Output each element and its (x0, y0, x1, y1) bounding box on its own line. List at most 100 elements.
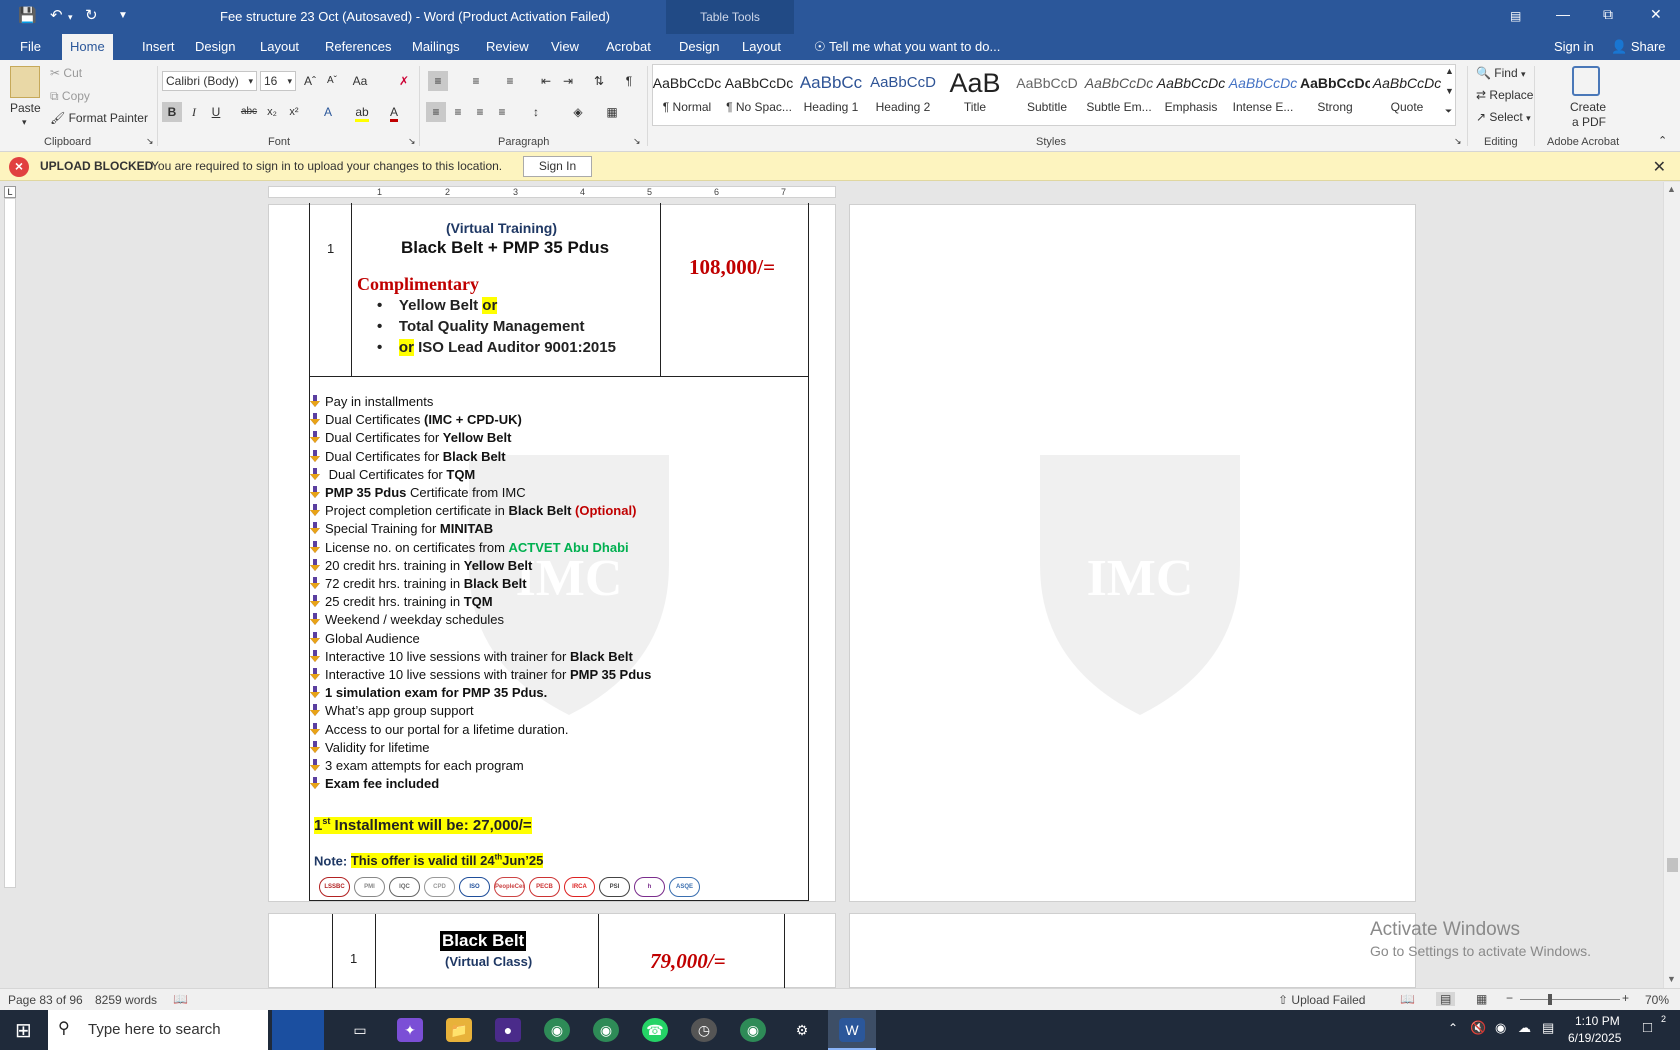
taskbar-search-box[interactable]: ⚲ Type here to search (48, 1010, 268, 1050)
proofing-icon[interactable]: 📖 (173, 992, 188, 1006)
zoom-slider[interactable] (1520, 999, 1620, 1000)
chrome-icon-2[interactable]: ◉ (740, 1018, 766, 1042)
strikethrough-button[interactable]: abc (239, 102, 259, 122)
style-strong[interactable]: AaBbCcDc Strong (1300, 66, 1370, 124)
highlight-icon[interactable]: ab (352, 102, 372, 122)
copilot-icon[interactable]: ✦ (397, 1018, 423, 1042)
scroll-up-icon[interactable]: ▲ (1667, 184, 1676, 194)
tab-file[interactable]: File (12, 34, 49, 60)
numbering-icon[interactable]: ≡ (466, 71, 486, 91)
document-page-right[interactable]: IMC (849, 204, 1416, 902)
align-right-icon[interactable]: ≡ (470, 102, 490, 122)
justify-icon[interactable]: ≡ (492, 102, 512, 122)
clear-formatting-icon[interactable]: ✗ (394, 71, 414, 91)
underline-button[interactable]: U (206, 102, 226, 122)
copy-button[interactable]: ⧉ Copy (50, 89, 90, 104)
tab-insert[interactable]: Insert (134, 34, 183, 60)
settings-gear-icon[interactable]: ⚙ (789, 1018, 815, 1042)
tab-design[interactable]: Design (187, 34, 243, 60)
clock-date[interactable]: 6/19/2025 (1568, 1031, 1621, 1045)
undo-icon[interactable]: ↶ (50, 6, 63, 24)
speaker-muted-icon[interactable]: 🔇 (1470, 1020, 1486, 1036)
tell-me-search[interactable]: ☉ Tell me what you want to do... (806, 34, 1008, 60)
redo-icon[interactable]: ↻ (85, 6, 98, 24)
minimize-button[interactable]: — (1556, 6, 1570, 22)
sign-in-button[interactable]: Sign In (523, 156, 592, 177)
whatsapp-icon[interactable]: ☎ (642, 1018, 668, 1042)
tab-table-layout[interactable]: Layout (734, 34, 789, 60)
italic-button[interactable]: I (184, 102, 204, 122)
windows-start-icon[interactable]: ⊞ (15, 1018, 32, 1043)
clock-app-icon[interactable]: ◷ (691, 1018, 717, 1042)
paste-dropdown-icon[interactable]: ▾ (22, 117, 27, 128)
tab-layout[interactable]: Layout (252, 34, 307, 60)
customize-qat-icon[interactable]: ▼ (118, 10, 128, 21)
upload-status[interactable]: ⇧ Upload Failed (1278, 993, 1365, 1007)
styles-more-icon[interactable]: ⏷ (1445, 106, 1452, 117)
align-center-icon[interactable]: ≡ (448, 102, 468, 122)
style-title[interactable]: AaB Title (940, 66, 1010, 124)
format-painter-button[interactable]: 🖌 Format Painter (50, 111, 148, 125)
zoom-level[interactable]: 70% (1645, 993, 1669, 1007)
chrome-icon[interactable]: ◉ (544, 1018, 570, 1042)
create-pdf-label-1[interactable]: Create (1570, 100, 1606, 114)
cut-button[interactable]: ✂ Cut (50, 66, 82, 80)
increase-indent-icon[interactable]: ⇥ (558, 71, 578, 91)
bold-button[interactable]: B (162, 102, 182, 122)
word-count[interactable]: 8259 words (95, 993, 157, 1007)
scroll-down-icon[interactable]: ▼ (1667, 974, 1676, 984)
zoom-out-icon[interactable]: − (1506, 991, 1513, 1005)
document-page[interactable]: 1 (Virtual Training) Black Belt + PMP 35… (268, 203, 836, 902)
styles-launcher-icon[interactable]: ↘ (1454, 136, 1462, 147)
ribbon-display-icon[interactable]: ▤ (1510, 9, 1521, 23)
meet-icon[interactable]: ◉ (1495, 1020, 1506, 1036)
sort-icon[interactable]: ⇅ (589, 71, 609, 91)
web-layout-icon[interactable]: ▦ (1476, 992, 1487, 1006)
paste-icon[interactable] (10, 66, 40, 98)
word-taskbar-button[interactable]: W (828, 1010, 876, 1050)
collapse-ribbon-icon[interactable]: ⌃ (1658, 134, 1667, 147)
sign-in-link[interactable]: Sign in (1546, 34, 1602, 60)
tab-acrobat[interactable]: Acrobat (598, 34, 659, 60)
share-button[interactable]: 👤 Share (1603, 34, 1674, 60)
style-no-spacing[interactable]: AaBbCcDc ¶ No Spac... (724, 66, 794, 124)
horizontal-ruler[interactable]: 1 2 3 4 5 6 7 (268, 186, 836, 198)
change-case-button[interactable]: Aa (350, 71, 370, 91)
shading-icon[interactable]: ◈ (568, 102, 588, 122)
close-icon[interactable]: ✕ (1653, 157, 1666, 177)
decrease-indent-icon[interactable]: ⇤ (536, 71, 556, 91)
tab-home[interactable]: Home (62, 34, 113, 60)
task-view-icon[interactable]: ▭ (347, 1018, 373, 1042)
style-heading-2[interactable]: AaBbCcD Heading 2 (868, 66, 938, 124)
style-intense-emphasis[interactable]: AaBbCcDc Intense E... (1228, 66, 1298, 124)
chrome-profile-icon[interactable]: ◉ (593, 1018, 619, 1042)
app-icon[interactable]: ● (495, 1018, 521, 1042)
superscript-button[interactable]: x² (284, 102, 304, 122)
tab-references[interactable]: References (317, 34, 399, 60)
network-icon[interactable]: ▤ (1542, 1020, 1554, 1036)
file-explorer-icon[interactable]: 📁 (446, 1018, 472, 1042)
zoom-in-icon[interactable]: + (1622, 991, 1629, 1005)
tab-review[interactable]: Review (478, 34, 537, 60)
read-mode-icon[interactable]: 📖 (1400, 992, 1415, 1006)
style-heading-1[interactable]: AaBbCc Heading 1 (796, 66, 866, 124)
styles-scroll-down-icon[interactable]: ▼ (1445, 86, 1454, 96)
show-marks-icon[interactable]: ¶ (619, 71, 639, 91)
style-quote[interactable]: AaBbCcDc Quote (1372, 66, 1442, 124)
print-layout-icon[interactable]: ▤ (1436, 992, 1456, 1006)
restore-button[interactable]: ⧉ (1603, 6, 1613, 23)
tab-view[interactable]: View (543, 34, 587, 60)
tab-selector-icon[interactable]: L (4, 186, 16, 198)
undo-dropdown-icon[interactable]: ▾ (68, 12, 73, 23)
clipboard-launcher-icon[interactable]: ↘ (146, 136, 154, 147)
chevron-up-icon[interactable]: ⌃ (1448, 1021, 1458, 1035)
cloud-icon[interactable]: ☁ (1518, 1020, 1531, 1036)
bullets-icon[interactable]: ≡ (428, 71, 448, 91)
multilevel-list-icon[interactable]: ≡ (500, 71, 520, 91)
font-size-combo[interactable]: 16 ▾ (260, 71, 296, 91)
save-icon[interactable]: 💾 (18, 6, 37, 24)
page-indicator[interactable]: Page 83 of 96 (8, 993, 83, 1007)
borders-icon[interactable]: ▦ (602, 102, 622, 122)
scroll-thumb[interactable] (1667, 858, 1678, 872)
tab-mailings[interactable]: Mailings (404, 34, 468, 60)
